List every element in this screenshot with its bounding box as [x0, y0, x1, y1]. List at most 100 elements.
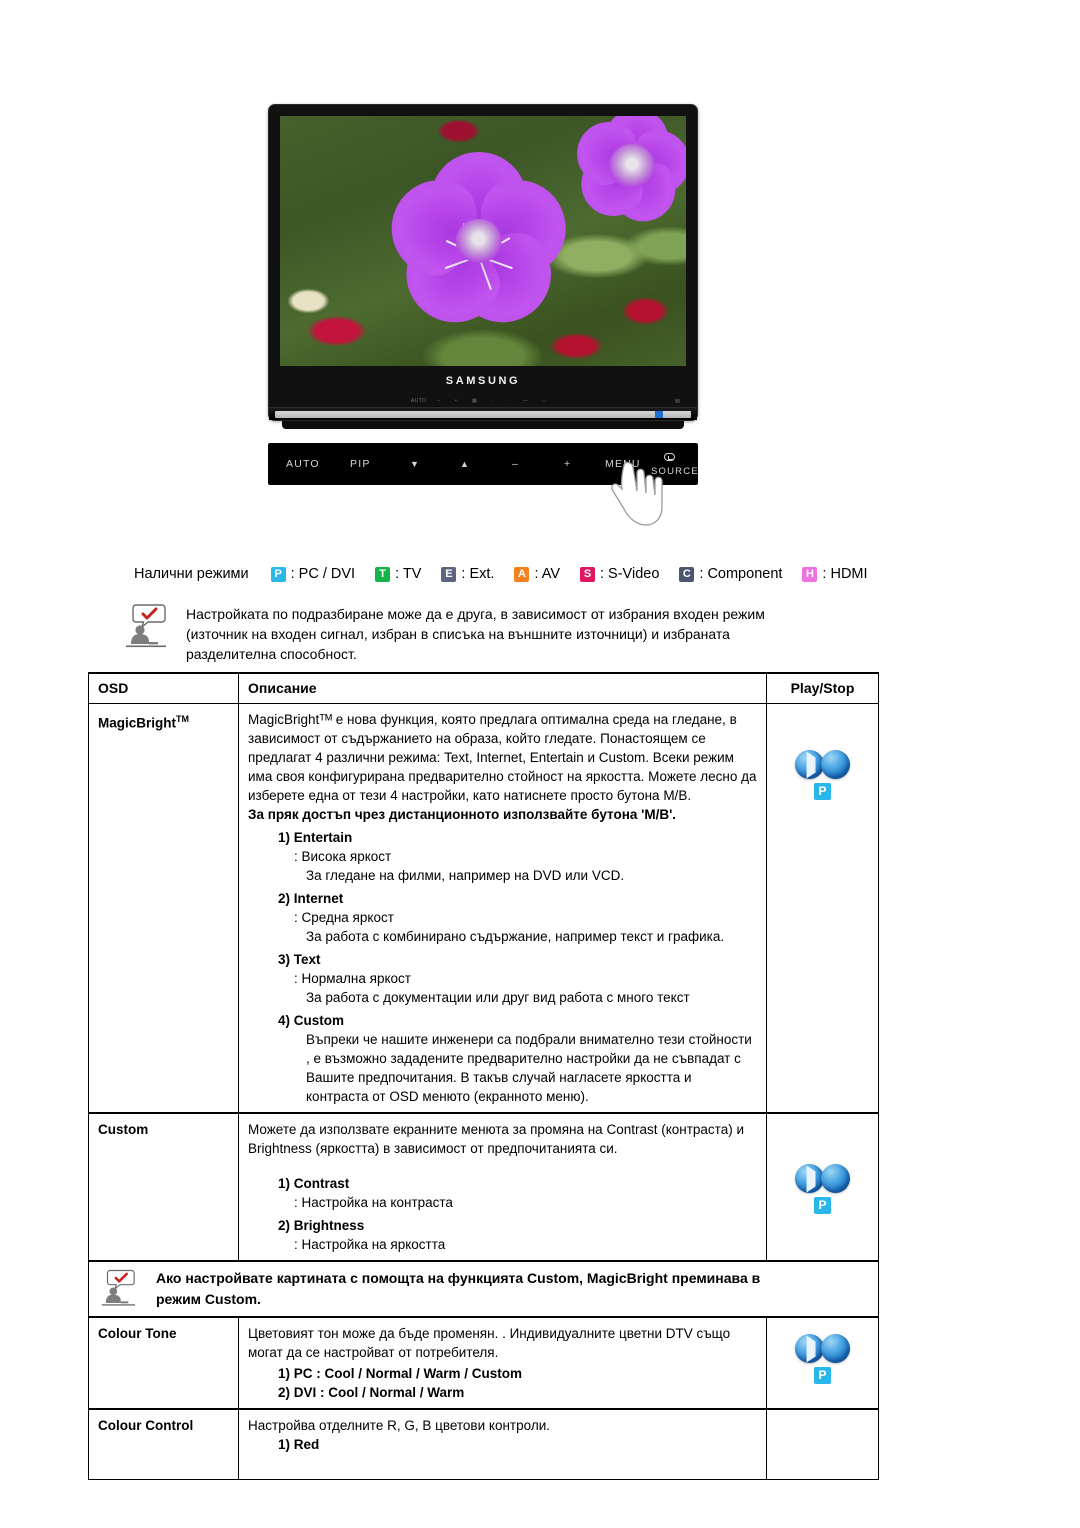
button-auto[interactable]: AUTO: [286, 458, 320, 470]
item-2-sub: : Средна яркост: [294, 910, 394, 925]
custom-item-1-title: Contrast: [293, 1176, 350, 1191]
custom-item-1-sub: : Настройка на контраста: [294, 1195, 453, 1210]
monitor-illustration: SAMSUNG AUTO – • ▦ · · — ⌵ AUTO PIP ▼ ▲ …: [268, 104, 698, 526]
item-2-desc: За работа с комбинирано съдържание, напр…: [306, 929, 725, 944]
mode-pc-dvi: P : PC / DVI: [270, 566, 356, 582]
custom-item-2-num: 2): [278, 1218, 291, 1233]
custom-item-2-title: Brightness: [293, 1218, 365, 1233]
item-3-sub: : Нормална яркост: [294, 971, 411, 986]
brand-label: SAMSUNG: [445, 375, 521, 387]
custom-item-2-sub: : Настройка на яркостта: [294, 1237, 446, 1252]
colour-tone-item-2: 2) DVI : Cool / Normal / Warm: [278, 1385, 465, 1400]
table-row-magicbright: MagicBrightTM MagicBrightᵀᴹ е нова функц…: [88, 703, 879, 1114]
row-description-magicbright: MagicBrightᵀᴹ е нова функция, която пред…: [238, 703, 767, 1114]
badge-p-icon: P: [814, 1197, 831, 1214]
colour-tone-item-1: 1) PC : Cool / Normal / Warm / Custom: [278, 1366, 523, 1381]
badge-e-icon: E: [441, 566, 457, 582]
note-default-setting: Настройката по подразбиране може да е др…: [124, 602, 924, 664]
header-playstop: Play/Stop: [766, 672, 879, 704]
play-sphere-icon: [795, 750, 824, 779]
mode-av: A : AV: [514, 566, 560, 582]
play-sphere-icon: [795, 1164, 824, 1193]
row-icons-custom: P: [766, 1112, 879, 1262]
available-modes-line: Налични режими P : PC / DVI T : TV E : E…: [134, 566, 888, 582]
stop-sphere-icon: [821, 1334, 850, 1363]
row-label-colour-control: Colour Control: [88, 1408, 239, 1480]
pointing-hand-icon: [611, 461, 663, 526]
monitor-foot: [282, 421, 684, 429]
item-2-num: 2): [278, 891, 291, 906]
person-note-icon: [101, 1269, 135, 1306]
stop-sphere-icon: [821, 750, 850, 779]
inline-note-text: Ако настройвате картината с помощта на ф…: [156, 1268, 760, 1310]
stop-sphere-icon: [821, 1164, 850, 1193]
table-header-row: OSD Описание Play/Stop: [88, 672, 879, 704]
monitor-bezel: SAMSUNG AUTO – • ▦ · · — ⌵: [268, 104, 698, 421]
magicbright-item-3: 3) Text: [278, 950, 757, 969]
available-modes-label: Налични режими: [134, 566, 249, 582]
badge-h-icon: H: [802, 566, 818, 582]
note-line-2: (източник на входен сигнал, избран в спи…: [186, 626, 730, 642]
badge-t-icon: T: [375, 566, 391, 582]
button-plus[interactable]: +: [564, 458, 571, 470]
mode-tv: T : TV: [375, 566, 421, 582]
item-3-desc: За работа с документации или друг вид ра…: [306, 990, 690, 1005]
magicbright-item-2: 2) Internet: [278, 889, 757, 908]
button-pip[interactable]: PIP: [350, 458, 371, 470]
mode-ext-label: : Ext.: [461, 566, 495, 582]
play-stop-group: P: [776, 710, 869, 800]
note-line-3: разделителна способност.: [186, 646, 357, 662]
mode-ext: E : Ext.: [441, 566, 494, 582]
magicbright-item-4: 4) Custom: [278, 1011, 757, 1030]
magicbright-bold-line: За пряк достъп чрез дистанционното изпол…: [248, 807, 677, 822]
row-description-colour-control: Настройва отделните R, G, B цветови конт…: [238, 1408, 767, 1480]
item-3-num: 3): [278, 952, 291, 967]
item-1-desc: За гледане на филми, например на DVD или…: [306, 868, 625, 883]
monitor-brand-bar: SAMSUNG: [280, 366, 686, 396]
monitor-base-strip: [269, 407, 697, 420]
mode-component: C : Component: [679, 566, 782, 582]
table-row-colour-tone: Colour Tone Цветовият тон може да бъде п…: [88, 1316, 879, 1410]
mode-component-label: : Component: [699, 566, 783, 582]
button-minus[interactable]: –: [512, 458, 519, 470]
osd-settings-table: OSD Описание Play/Stop MagicBrightTM Mag…: [88, 672, 879, 1480]
colour-control-body: Настройва отделните R, G, B цветови конт…: [248, 1418, 550, 1433]
item-1-num: 1): [278, 830, 291, 845]
row-label-magicbright: MagicBrightTM: [88, 703, 239, 1114]
custom-body: Можете да използвате екранните менюта за…: [248, 1122, 745, 1156]
primary-flower-graphic: [372, 143, 586, 342]
play-stop-group: P: [776, 1324, 869, 1384]
row-description-custom: Можете да използвате екранните менюта за…: [238, 1112, 767, 1262]
magicbright-item-1: 1) Entertain: [278, 828, 757, 847]
button-up-arrow[interactable]: ▲: [460, 459, 470, 469]
custom-item-2: 2) Brightness: [278, 1216, 757, 1235]
magicbright-name: MagicBright: [98, 715, 177, 731]
badge-s-icon: S: [580, 566, 595, 582]
item-3-title: Text: [293, 952, 321, 967]
row-description-colour-tone: Цветовият тон може да бъде променян. . И…: [238, 1316, 767, 1410]
person-note-icon: [126, 604, 166, 648]
mode-hdmi: H : HDMI: [802, 566, 868, 582]
header-osd: OSD: [88, 672, 239, 704]
badge-a-icon: A: [514, 566, 530, 582]
badge-p-icon: P: [270, 566, 286, 582]
header-description: Описание: [238, 672, 767, 704]
custom-item-1-num: 1): [278, 1176, 291, 1191]
inline-note-line-1: Ако настройвате картината с помощта на ф…: [156, 1270, 761, 1286]
note-default-setting-text: Настройката по подразбиране може да е др…: [186, 602, 765, 664]
button-down-arrow[interactable]: ▼: [410, 459, 420, 469]
inline-note-line-2: режим Custom.: [156, 1291, 261, 1307]
colour-control-item-1: 1) Red: [278, 1437, 320, 1452]
row-label-custom: Custom: [88, 1112, 239, 1262]
row-icons-colour-control: [766, 1408, 879, 1480]
item-1-title: Entertain: [293, 830, 353, 845]
colour-tone-body: Цветовият тон може да бъде променян. . И…: [248, 1326, 731, 1360]
table-row-inline-note: Ако настройвате картината с помощта на ф…: [88, 1260, 879, 1318]
play-stop-group: P: [776, 1120, 869, 1214]
monitor-screen: [280, 116, 686, 366]
row-icons-magicbright: P: [766, 703, 879, 1114]
badge-c-icon: C: [679, 566, 695, 582]
mode-pc-dvi-label: : PC / DVI: [290, 566, 356, 582]
mode-s-video-label: : S-Video: [600, 566, 660, 582]
monitor-panel-keys: AUTO – • ▦ · · — ⌵: [280, 396, 686, 407]
